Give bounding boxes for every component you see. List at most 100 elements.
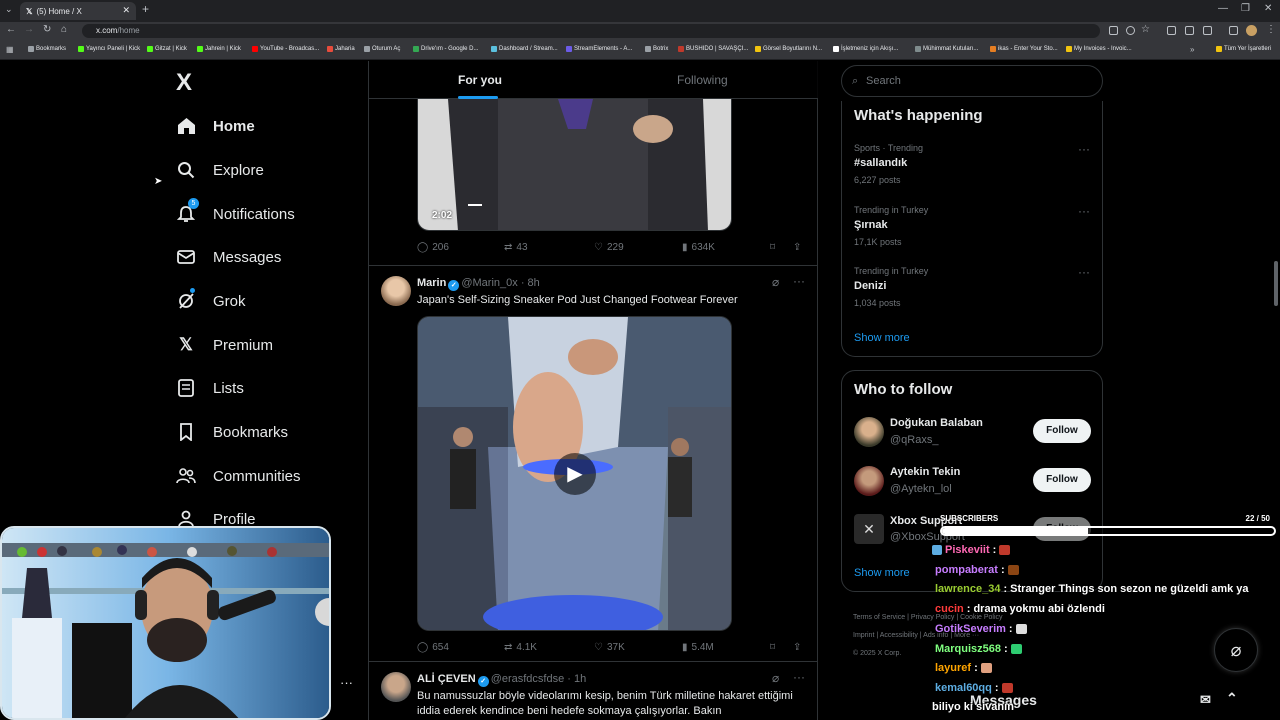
repost-button[interactable]: ⇄ 43 <box>504 242 528 253</box>
search-input[interactable]: ⌕ Search <box>841 65 1103 97</box>
post-author-handle[interactable]: @erasfdcsfdse <box>491 673 565 685</box>
sidebar-item-messages[interactable]: Messages <box>176 245 281 269</box>
bookmark-item[interactable]: YouTube - Broadcas... <box>252 46 319 52</box>
bookmark-item[interactable]: Mühimmat Kutuları... <box>915 46 978 52</box>
grok-explain-icon[interactable]: ⌀ <box>772 671 779 685</box>
reply-button[interactable]: ◯ 206 <box>417 242 449 253</box>
user-handle[interactable]: @qRaxs_ <box>890 434 938 446</box>
extension-icon[interactable] <box>1167 26 1176 35</box>
like-button[interactable]: ♡ 229 <box>594 242 624 253</box>
new-tab-icon[interactable]: + <box>142 2 149 16</box>
post-video[interactable]: ▶ <box>417 316 732 631</box>
apps-icon[interactable]: ▦ <box>6 45 14 54</box>
share-button[interactable]: ⇪ <box>793 242 801 253</box>
bookmark-item[interactable]: StreamElements - A... <box>566 46 632 52</box>
audio-icon[interactable] <box>1185 26 1194 35</box>
avatar[interactable] <box>381 276 411 306</box>
more-options-icon[interactable]: ··· <box>1078 204 1090 218</box>
more-options-icon[interactable]: ··· <box>1078 265 1090 279</box>
bookmark-post-button[interactable]: ⌑ <box>770 242 775 253</box>
reload-icon[interactable]: ↻ <box>43 24 51 35</box>
star-icon[interactable]: ☆ <box>1141 24 1150 35</box>
share-button[interactable]: ⇪ <box>793 642 801 653</box>
follow-button[interactable]: Follow <box>1033 468 1091 492</box>
tab-for-you[interactable]: For you <box>458 73 502 87</box>
more-bookmarks-icon[interactable]: » <box>1190 45 1194 54</box>
bookmark-item[interactable]: Botrix <box>645 46 668 52</box>
user-name[interactable]: Aytekin Tekin <box>890 466 960 478</box>
sidebar-item-home[interactable]: Home <box>176 114 255 138</box>
user-name[interactable]: Doğukan Balaban <box>890 417 983 429</box>
close-tab-icon[interactable]: ✕ <box>122 5 130 16</box>
post-video[interactable]: 2:02 <box>417 99 732 231</box>
bookmark-item[interactable]: Gitzat | Kick <box>147 46 187 52</box>
views-button[interactable]: ▮ 5.4M <box>682 642 714 653</box>
more-options-icon[interactable]: ··· <box>793 670 805 684</box>
puzzle-icon[interactable] <box>1203 26 1212 35</box>
bookmark-item[interactable]: ikas - Enter Your Sto... <box>990 46 1058 52</box>
sidebar-item-explore[interactable]: Explore <box>176 158 264 182</box>
sidebar-item-lists[interactable]: Lists <box>176 376 244 400</box>
sidebar-item-communities[interactable]: Communities <box>176 464 301 488</box>
sidebar-item-bookmarks[interactable]: Bookmarks <box>176 420 288 444</box>
avatar[interactable] <box>381 672 411 702</box>
grok-explain-icon[interactable]: ⌀ <box>772 275 779 289</box>
new-message-icon[interactable]: ✉ <box>1200 692 1211 708</box>
restore-icon[interactable]: ❐ <box>1241 3 1250 14</box>
avatar[interactable] <box>854 417 884 447</box>
tab-search-icon[interactable]: ⌄ <box>5 4 13 15</box>
expand-icon[interactable]: ⌃ <box>1226 690 1238 707</box>
grok-fab-button[interactable]: ⌀ <box>1214 628 1258 672</box>
play-icon[interactable]: ▶ <box>554 453 596 495</box>
follow-button[interactable]: Follow <box>1033 419 1091 443</box>
sidepanel-icon[interactable] <box>1229 26 1238 35</box>
sidebar-item-premium[interactable]: 𝕏 Premium <box>176 333 273 357</box>
bookmark-item[interactable]: Yayıncı Paneli | Kick <box>78 46 140 52</box>
more-options-icon[interactable]: ··· <box>793 274 805 288</box>
sidebar-item-notifications[interactable]: 5 Notifications <box>176 198 295 226</box>
bookmark-post-button[interactable]: ⌑ <box>770 642 775 653</box>
bookmark-item[interactable]: Dashboard / Stream... <box>491 46 558 52</box>
bookmark-item[interactable]: Bookmarks <box>28 46 66 52</box>
bookmark-item[interactable]: My Invoices - Invoic... <box>1066 46 1132 52</box>
like-button[interactable]: ♡ 37K <box>594 642 625 653</box>
bookmark-item[interactable]: Oturum Aç <box>364 46 400 52</box>
avatar[interactable] <box>854 466 884 496</box>
scrollbar[interactable] <box>1272 61 1280 720</box>
close-window-icon[interactable]: ✕ <box>1264 3 1272 14</box>
browser-tab[interactable]: 𝕏 (5) Home / X ✕ <box>20 2 136 20</box>
url-bar[interactable]: x.com/home <box>82 24 1100 38</box>
user-handle[interactable]: @Aytekn_lol <box>890 483 952 495</box>
forward-icon[interactable]: → <box>24 24 34 35</box>
x-logo-icon[interactable]: X <box>176 69 192 97</box>
all-bookmarks[interactable]: Tüm Yer İşaretleri <box>1216 46 1271 52</box>
bookmark-item[interactable]: İşletmeniz için Akışı... <box>833 46 898 52</box>
show-more-link[interactable]: Show more <box>854 567 910 579</box>
cast-icon[interactable] <box>1109 26 1118 35</box>
bookmark-item[interactable]: BUSHIDO | SAVAŞÇI... <box>678 46 748 52</box>
post-time[interactable]: · 8h <box>521 277 540 289</box>
post[interactable]: ALİ ÇEVEN ✓ @erasfdcsfdse · 1h ⌀ ··· Bu na… <box>369 661 818 720</box>
show-more-link[interactable]: Show more <box>854 332 910 344</box>
minimize-icon[interactable]: — <box>1218 3 1228 14</box>
xbox-logo-icon[interactable]: ✕ <box>854 514 884 544</box>
post-author-handle[interactable]: @Marin_0x <box>461 277 517 289</box>
views-button[interactable]: ▮ 634K <box>682 242 715 253</box>
more-options-icon[interactable]: ··· <box>1078 142 1090 156</box>
reply-button[interactable]: ◯ 654 <box>417 642 449 653</box>
bookmark-item[interactable]: Jahrein | Kick <box>197 46 241 52</box>
account-more-icon[interactable]: ··· <box>340 675 353 690</box>
profile-avatar[interactable] <box>1246 25 1257 36</box>
bookmark-item[interactable]: Jaharia <box>327 46 355 52</box>
home-browser-icon[interactable]: ⌂ <box>61 24 67 35</box>
scrollbar-thumb[interactable] <box>1274 261 1278 306</box>
bookmark-item[interactable]: Görsel Boyutlarını N... <box>755 46 822 52</box>
zoom-icon[interactable] <box>1126 26 1135 35</box>
menu-icon[interactable]: ⋮ <box>1266 24 1276 35</box>
tab-following[interactable]: Following <box>677 73 728 87</box>
sidebar-item-grok[interactable]: Grok <box>176 288 246 313</box>
back-icon[interactable]: ← <box>6 24 16 35</box>
post-time[interactable]: · 1h <box>567 673 586 685</box>
post-author-name[interactable]: Marin <box>417 277 446 289</box>
post[interactable]: Marin ✓ @Marin_0x · 8h ⌀ ··· Japan's Self-… <box>369 265 818 661</box>
